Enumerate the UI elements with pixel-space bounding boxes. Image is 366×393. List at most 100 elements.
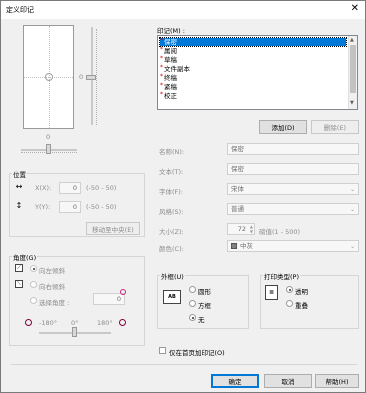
help-button[interactable]: 帮助(H): [315, 374, 359, 388]
angle-scale-max: 180°: [97, 319, 113, 327]
stamp-list-item[interactable]: * 文件副本: [160, 64, 190, 73]
size-spin-icon[interactable]: ▲ ▼: [250, 224, 253, 234]
angle-dial-right-icon: [119, 319, 126, 326]
stamp-list-item-label: 属阅: [164, 47, 177, 55]
stamp-list-item-label: 终稿: [164, 74, 177, 82]
chevron-down-icon: ⌄: [349, 206, 355, 213]
frame-box-radio[interactable]: [189, 300, 196, 307]
name-input[interactable]: 保密: [227, 143, 359, 155]
stamp-preview: [23, 25, 74, 129]
color-select[interactable]: 中灰 ⌄: [227, 240, 359, 252]
angle-custom-label: 选择角度 :: [39, 299, 70, 307]
stamp-list-item[interactable]: * 紧稿: [160, 82, 177, 91]
angle-tilt-left-label: 向左倾斜: [39, 267, 65, 275]
tilt-right-icon: ⟍: [15, 280, 23, 288]
vertical-slider-thumb[interactable]: [86, 75, 96, 80]
scroll-thumb[interactable]: [350, 45, 356, 93]
scroll-up-icon[interactable]: ▲: [350, 37, 354, 43]
x-input[interactable]: 0: [59, 182, 81, 194]
style-select[interactable]: 普通 ⌄: [227, 203, 359, 215]
frame-circle-radio[interactable]: [189, 286, 196, 293]
stamp-list-item[interactable]: * 保密: [159, 37, 347, 47]
y-range: (-50 - 50): [86, 203, 117, 211]
angle-tilt-left-radio[interactable]: [30, 265, 37, 272]
frame-box-label: 方框: [198, 302, 211, 310]
chevron-down-icon: ⌄: [349, 186, 355, 193]
stamp-list-item-label: 文件副本: [164, 65, 190, 73]
style-label: 风格(S):: [159, 208, 184, 216]
angle-scale-min: -180°: [39, 319, 58, 327]
stamp-list-item[interactable]: * 草稿: [160, 55, 177, 64]
print-overlay-radio[interactable]: [286, 300, 293, 307]
frame-circle-label: 圆形: [198, 288, 211, 296]
y-input[interactable]: 0: [59, 201, 81, 213]
print-transparent-label: 透明: [295, 288, 308, 296]
frame-none-radio[interactable]: [189, 314, 196, 321]
angle-tilt-right-radio[interactable]: [30, 281, 37, 288]
angle-spin-icon[interactable]: [120, 289, 126, 295]
stamp-list-item-label: 紧稿: [164, 83, 177, 91]
frame-group-label: 外框(U): [160, 271, 185, 281]
font-label: 字体(F):: [159, 188, 184, 196]
stamp-list[interactable]: * 保密 * 属阅 * 草稿 * 文件副本 * 终稿 * 紧稿 * 校正 ▲ ▼: [157, 35, 358, 110]
size-label: 大小(Z):: [159, 228, 184, 236]
text-input[interactable]: 保密: [227, 163, 359, 175]
preview-bottom-value: 0: [46, 133, 51, 141]
angle-tilt-right-label: 向右倾斜: [39, 283, 65, 291]
size-input-value: 72: [237, 225, 246, 233]
title-bar: 定义印记 ✕: [1, 1, 365, 19]
print-transparent-radio[interactable]: [286, 286, 293, 293]
define-stamp-dialog: 定义印记 ✕ 0 0 位置 ↔ X(X): 0 (-50 - 50) ↕ Y(Y…: [0, 0, 366, 393]
stamp-list-item[interactable]: * 属阅: [160, 46, 177, 55]
stamp-list-item[interactable]: * 校正: [160, 91, 177, 100]
angle-dial-left-icon: [25, 319, 32, 326]
color-label: 颜色(C):: [159, 245, 184, 253]
frame-none-label: 无: [198, 316, 205, 324]
x-label: X(X):: [35, 184, 52, 192]
delete-stamp-button[interactable]: 删除(E): [311, 120, 359, 134]
horizontal-slider-thumb[interactable]: [46, 144, 51, 154]
position-group-label: 位置: [12, 169, 27, 179]
first-page-only-label: 仅在首页加印记(O): [169, 349, 225, 357]
name-label: 名称(N):: [159, 148, 185, 156]
color-swatch: [231, 243, 237, 249]
window-title: 定义印记: [6, 6, 34, 14]
y-label: Y(Y):: [35, 203, 51, 211]
scroll-down-icon[interactable]: ▼: [350, 100, 354, 106]
color-select-value: 中灰: [240, 242, 253, 250]
first-page-only-checkbox[interactable]: [159, 347, 166, 354]
chevron-down-icon: ⌄: [349, 243, 355, 250]
angle-slider-thumb[interactable]: [72, 327, 77, 337]
stamp-list-item-label: 校正: [164, 92, 177, 100]
x-range: (-50 - 50): [86, 184, 117, 192]
horizontal-move-icon: ↔: [15, 181, 23, 191]
preview-stamp-mark[interactable]: [45, 73, 53, 81]
vertical-move-icon: ↕: [15, 200, 23, 210]
font-select[interactable]: 宋体 ⌄: [227, 183, 359, 195]
close-icon[interactable]: ✕: [351, 3, 359, 15]
text-label: 文本(T):: [159, 168, 184, 176]
cancel-button[interactable]: 取消: [264, 374, 312, 388]
vertical-slider-ticks: [96, 29, 99, 125]
ok-button[interactable]: 确定: [211, 374, 259, 388]
stamp-list-scrollbar[interactable]: ▲ ▼: [348, 36, 357, 109]
print-type-group: 打印类型(P): [260, 271, 359, 329]
print-type-group-label: 打印类型(P): [263, 271, 300, 281]
frame-preview-icon: AB: [163, 290, 181, 304]
stamp-list-item-label: 保密: [164, 38, 177, 46]
move-to-center-button[interactable]: 移动至中央(E): [86, 222, 140, 235]
footer-divider: [11, 364, 357, 365]
add-stamp-button[interactable]: 添加(D): [259, 120, 307, 134]
tilt-left-icon: ⟋: [15, 264, 23, 272]
angle-custom-input[interactable]: 0: [93, 293, 125, 305]
font-select-value: 宋体: [231, 185, 244, 193]
print-overlay-label: 重叠: [295, 302, 308, 310]
stamp-list-label: 印记(M) :: [157, 27, 185, 35]
angle-custom-radio[interactable]: [30, 297, 37, 304]
angle-scale-mid: 0°: [71, 319, 79, 327]
stamp-list-item[interactable]: * 终稿: [160, 73, 177, 82]
size-input[interactable]: 72 ▲ ▼: [227, 223, 255, 235]
vertical-value-label: 0: [79, 73, 84, 81]
print-type-icon: ≣: [265, 285, 278, 300]
angle-group-label: 角度(G): [12, 252, 38, 262]
